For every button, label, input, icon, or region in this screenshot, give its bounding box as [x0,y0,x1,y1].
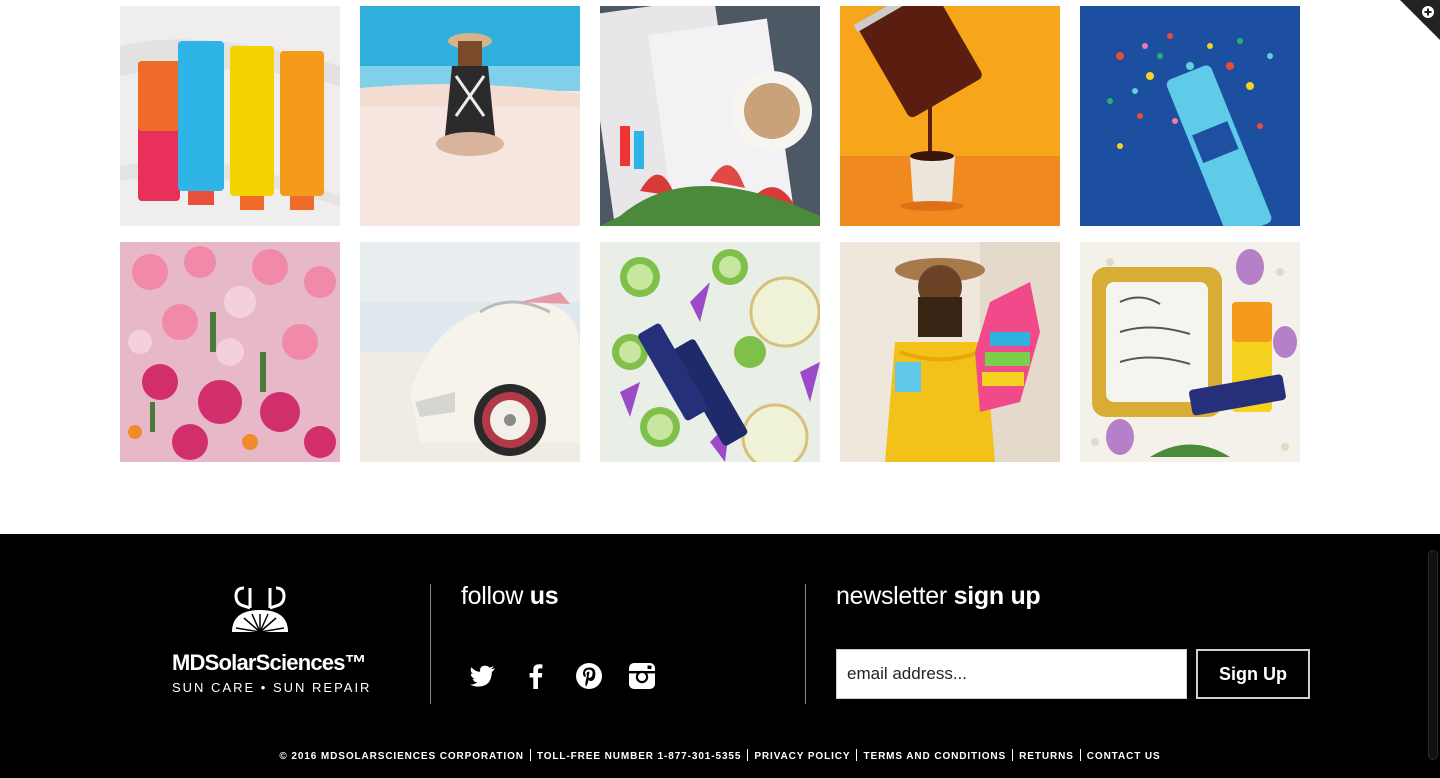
separator [1079,749,1081,761]
toll-free-number-link[interactable]: TOLL-FREE NUMBER 1-877-301-5355 [537,751,741,762]
gallery-image [120,6,340,226]
gallery-tile[interactable] [360,6,580,226]
social-links [469,662,656,690]
gallery-image [840,242,1060,462]
privacy-policy-link[interactable]: PRIVACY POLICY [754,751,850,762]
twitter-link[interactable] [469,662,497,690]
twitter-icon [470,665,495,687]
sun-logo-icon [232,586,288,633]
gallery-image [600,6,820,226]
gallery-image [840,6,1060,226]
copyright-text: © 2016 MDSOLARSCIENCES CORPORATION [279,751,524,762]
separator [856,749,858,761]
terms-conditions-link[interactable]: TERMS AND CONDITIONS [863,751,1006,762]
scrollbar[interactable] [1428,550,1438,760]
gallery-tile[interactable] [120,6,340,226]
brand-tagline: SUN CARE • SUN REPAIR [172,680,372,695]
corner-expand-toggle[interactable] [1400,0,1440,40]
plus-icon [1400,0,1440,40]
gallery-tile[interactable] [600,6,820,226]
newsletter-heading-bold: sign up [953,582,1041,610]
instagram-gallery [120,6,1300,462]
divider [430,584,431,704]
gallery-tile[interactable] [600,242,820,462]
gallery-tile[interactable] [360,242,580,462]
gallery-image [600,242,820,462]
follow-heading-bold: us [529,582,559,610]
gallery-image [360,6,580,226]
pinterest-icon [576,663,602,689]
brand-wordmark: MDSolarSciences™ [172,650,367,675]
divider [805,584,806,704]
page: MDSolarSciences™ SUN CARE • SUN REPAIR f… [0,0,1440,778]
gallery-tile[interactable] [840,242,1060,462]
facebook-icon [529,664,543,689]
newsletter-heading-light: newsletter [836,582,947,610]
brand-logo[interactable]: MDSolarSciences™ SUN CARE • SUN REPAIR [170,584,370,699]
separator [1012,749,1014,761]
site-footer: MDSolarSciences™ SUN CARE • SUN REPAIR f… [0,534,1440,778]
returns-link[interactable]: RETURNS [1019,751,1074,762]
separator [747,749,749,761]
newsletter-signup-button[interactable]: Sign Up [1196,649,1310,699]
gallery-tile[interactable] [120,242,340,462]
gallery-image [360,242,580,462]
instagram-icon [629,663,655,689]
gallery-tile[interactable] [1080,6,1300,226]
follow-heading: follow us [461,582,559,611]
legal-bar: © 2016 MDSOLARSCIENCES CORPORATION TOLL-F… [0,749,1440,762]
gallery-image [120,242,340,462]
instagram-link[interactable] [628,662,656,690]
gallery-tile[interactable] [840,6,1060,226]
newsletter-email-input[interactable] [836,649,1187,699]
facebook-link[interactable] [522,662,550,690]
separator [529,749,531,761]
pinterest-link[interactable] [575,662,603,690]
contact-us-link[interactable]: CONTACT US [1087,751,1161,762]
gallery-image [1080,242,1300,462]
follow-heading-light: follow [461,582,524,610]
gallery-image [1080,6,1300,226]
gallery-tile[interactable] [1080,242,1300,462]
newsletter-heading: newsletter sign up [836,582,1041,611]
